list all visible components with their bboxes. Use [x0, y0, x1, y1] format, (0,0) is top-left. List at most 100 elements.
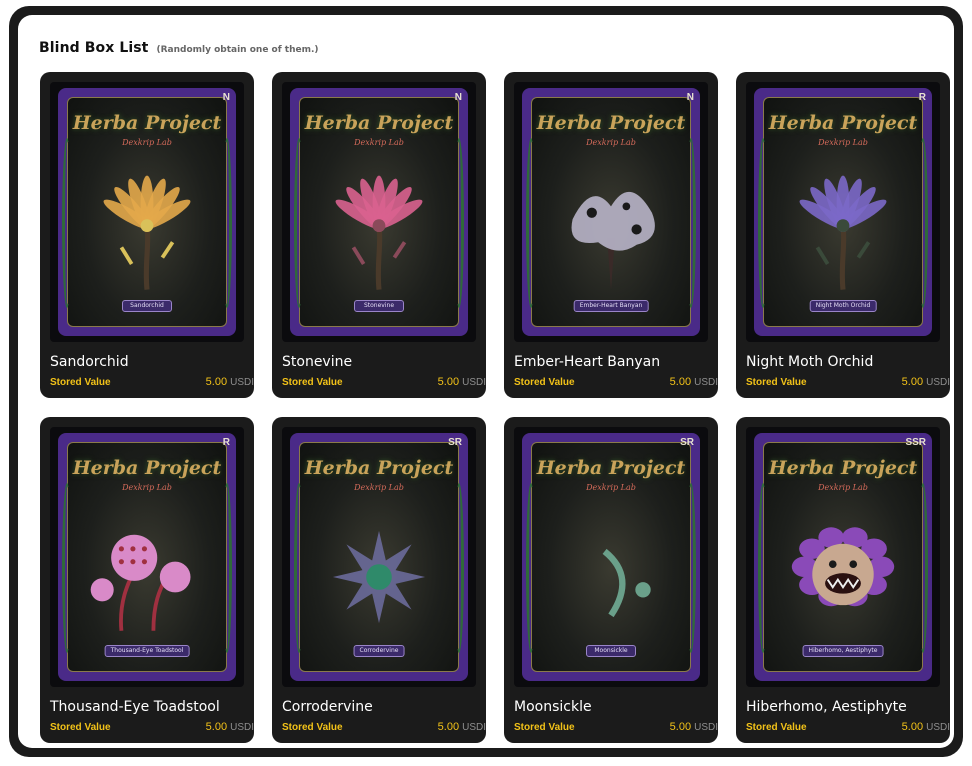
card-artwork-frame: Herba Project Dexkrip Lab Night Moth Orc…	[746, 82, 940, 342]
plant-svg	[791, 527, 895, 607]
list-header: Blind Box List (Randomly obtain one of t…	[39, 40, 319, 56]
rarity-badge: R	[222, 437, 230, 448]
price: 5.00 USDI	[206, 721, 254, 733]
plant-illustration	[300, 513, 458, 641]
brand-logo: Herba Project	[304, 457, 454, 479]
card-artwork: Herba Project Dexkrip Lab Corrodervine S…	[290, 433, 468, 681]
card-nameplate: Hiberhomo, Aestiphyte	[802, 645, 884, 657]
brand-logo: Herba Project	[536, 457, 686, 479]
blind-box-card-0[interactable]: Herba Project Dexkrip Lab Sandorchid N S…	[40, 72, 254, 398]
rarity-badge: R	[918, 92, 926, 103]
card-name: Sandorchid	[50, 354, 129, 370]
card-artwork: Herba Project Dexkrip Lab Thousand-Eye T…	[58, 433, 236, 681]
price: 5.00 USDI	[670, 376, 718, 388]
card-name: Ember-Heart Banyan	[514, 354, 661, 370]
brand-sublogo: Dexkrip Lab	[586, 138, 636, 147]
card-footer: Stored Value 5.00 USDI	[50, 721, 254, 733]
price-amount: 5.00	[437, 376, 460, 388]
plant-svg	[332, 530, 426, 624]
rarity-badge: SR	[680, 437, 694, 448]
plant-illustration	[532, 513, 690, 641]
price: 5.00 USDI	[438, 721, 486, 733]
price-unit: USDI	[230, 722, 254, 733]
stored-value-label: Stored Value	[514, 377, 575, 388]
price-amount: 5.00	[437, 721, 460, 733]
brand-sublogo: Dexkrip Lab	[122, 138, 172, 147]
price-unit: USDI	[462, 377, 486, 388]
blind-box-card-2[interactable]: Herba Project Dexkrip Lab Ember-Heart Ba…	[504, 72, 718, 398]
price-amount: 5.00	[901, 721, 924, 733]
plant-illustration	[532, 168, 690, 296]
price-unit: USDI	[230, 377, 254, 388]
blind-box-card-5[interactable]: Herba Project Dexkrip Lab Corrodervine S…	[272, 417, 486, 743]
price-unit: USDI	[694, 377, 718, 388]
card-artwork: Herba Project Dexkrip Lab Night Moth Orc…	[754, 88, 932, 336]
rarity-badge: SR	[448, 437, 462, 448]
stored-value-label: Stored Value	[282, 377, 343, 388]
price-amount: 5.00	[669, 376, 692, 388]
price-amount: 5.00	[901, 376, 924, 388]
rarity-badge: SSR	[905, 437, 926, 448]
rarity-badge: N	[222, 92, 230, 103]
plant-illustration	[68, 513, 226, 641]
blind-box-card-7[interactable]: Herba Project Dexkrip Lab Hiberhomo, Aes…	[736, 417, 950, 743]
plant-illustration	[68, 168, 226, 296]
card-name: Thousand-Eye Toadstool	[50, 699, 220, 715]
price: 5.00 USDI	[670, 721, 718, 733]
price-unit: USDI	[462, 722, 486, 733]
card-nameplate: Sandorchid	[122, 300, 172, 312]
card-artwork: Herba Project Dexkrip Lab Stonevine N	[290, 88, 468, 336]
blind-box-card-4[interactable]: Herba Project Dexkrip Lab Thousand-Eye T…	[40, 417, 254, 743]
price: 5.00 USDI	[438, 376, 486, 388]
card-nameplate: Corrodervine	[353, 645, 405, 657]
card-name: Moonsickle	[514, 699, 592, 715]
list-title: Blind Box List	[39, 40, 149, 56]
stored-value-label: Stored Value	[282, 722, 343, 733]
card-artwork-frame: Herba Project Dexkrip Lab Thousand-Eye T…	[50, 427, 244, 687]
brand-logo: Herba Project	[72, 112, 222, 134]
card-artwork-frame: Herba Project Dexkrip Lab Hiberhomo, Aes…	[746, 427, 940, 687]
price-amount: 5.00	[205, 376, 228, 388]
plant-svg	[799, 175, 887, 290]
rarity-badge: N	[686, 92, 694, 103]
card-name: Night Moth Orchid	[746, 354, 874, 370]
card-footer: Stored Value 5.00 USDI	[746, 376, 950, 388]
brand-sublogo: Dexkrip Lab	[818, 483, 868, 492]
price: 5.00 USDI	[902, 721, 950, 733]
brand-sublogo: Dexkrip Lab	[818, 138, 868, 147]
blind-box-grid: Herba Project Dexkrip Lab Sandorchid N S…	[40, 72, 950, 743]
price: 5.00 USDI	[206, 376, 254, 388]
brand-sublogo: Dexkrip Lab	[122, 483, 172, 492]
card-footer: Stored Value 5.00 USDI	[282, 721, 486, 733]
price-unit: USDI	[926, 377, 950, 388]
plant-illustration	[764, 513, 922, 641]
card-footer: Stored Value 5.00 USDI	[746, 721, 950, 733]
card-nameplate: Moonsickle	[586, 645, 636, 657]
blind-box-card-1[interactable]: Herba Project Dexkrip Lab Stonevine N St…	[272, 72, 486, 398]
blind-box-card-6[interactable]: Herba Project Dexkrip Lab Moonsickle SR …	[504, 417, 718, 743]
card-nameplate: Thousand-Eye Toadstool	[104, 645, 190, 657]
card-footer: Stored Value 5.00 USDI	[282, 376, 486, 388]
card-artwork: Herba Project Dexkrip Lab Hiberhomo, Aes…	[754, 433, 932, 681]
card-nameplate: Ember-Heart Banyan	[573, 300, 649, 312]
card-name: Hiberhomo, Aestiphyte	[746, 699, 907, 715]
plant-illustration	[300, 168, 458, 296]
price-unit: USDI	[694, 722, 718, 733]
plant-svg	[90, 534, 191, 631]
brand-logo: Herba Project	[536, 112, 686, 134]
card-nameplate: Stonevine	[354, 300, 404, 312]
list-subtitle: (Randomly obtain one of them.)	[156, 45, 319, 55]
card-artwork: Herba Project Dexkrip Lab Sandorchid N	[58, 88, 236, 336]
blind-box-panel: Blind Box List (Randomly obtain one of t…	[18, 15, 954, 748]
rarity-badge: N	[454, 92, 462, 103]
card-artwork-frame: Herba Project Dexkrip Lab Sandorchid N	[50, 82, 244, 342]
plant-svg	[571, 191, 655, 290]
brand-logo: Herba Project	[304, 112, 454, 134]
brand-logo: Herba Project	[768, 112, 918, 134]
card-nameplate: Night Moth Orchid	[809, 300, 877, 312]
blind-box-card-3[interactable]: Herba Project Dexkrip Lab Night Moth Orc…	[736, 72, 950, 398]
brand-sublogo: Dexkrip Lab	[354, 138, 404, 147]
price-amount: 5.00	[205, 721, 228, 733]
card-artwork-frame: Herba Project Dexkrip Lab Stonevine N	[282, 82, 476, 342]
card-artwork-frame: Herba Project Dexkrip Lab Ember-Heart Ba…	[514, 82, 708, 342]
